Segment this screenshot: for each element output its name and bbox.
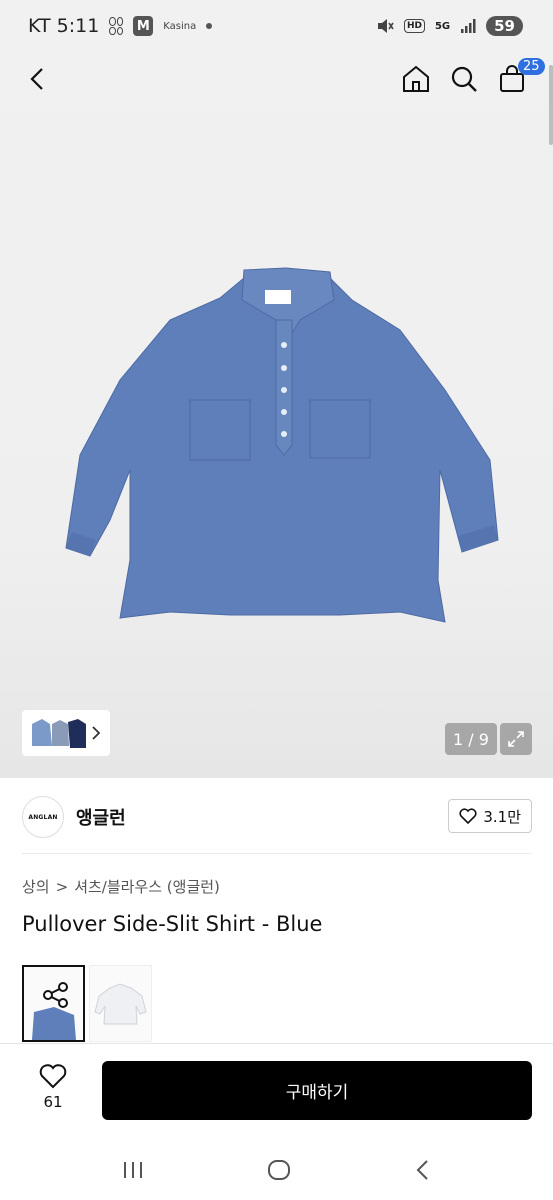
- notification-dot-icon: [206, 23, 213, 29]
- brand-likes-count: 3.1만: [483, 807, 521, 826]
- buy-button[interactable]: 구매하기: [102, 1061, 532, 1120]
- heart-icon: [459, 808, 477, 824]
- thumbnail-image: [32, 719, 86, 748]
- breadcrumb: 상의 > 셔츠/블라우스 (앵글런): [22, 876, 220, 897]
- product-image-area[interactable]: [0, 0, 553, 778]
- gallery-thumbnail-strip[interactable]: [22, 710, 110, 756]
- variant-white-image: [94, 983, 147, 1025]
- share-button[interactable]: [36, 975, 76, 1015]
- home-icon: [403, 65, 429, 92]
- color-variant-list: [22, 965, 152, 1042]
- battery-icon: 59: [486, 16, 523, 36]
- bottom-action-bar: 61 구매하기: [0, 1043, 553, 1135]
- carrier-time: KT 5:11: [28, 15, 100, 37]
- recent-apps-icon[interactable]: [121, 1159, 145, 1181]
- home-circle-icon[interactable]: [266, 1158, 292, 1182]
- share-icon: [43, 982, 68, 1008]
- product-screen: KT 5:11 M Kasina HD 5G 59 25 1 / 9 ANGLA…: [0, 0, 553, 1200]
- brand-row[interactable]: ANGLAN 앵글런 3.1만: [22, 796, 532, 838]
- breadcrumb-separator: >: [55, 877, 69, 896]
- image-counter: 1 / 9: [445, 723, 497, 755]
- system-back-icon[interactable]: [413, 1158, 433, 1182]
- hd-voice-icon: HD: [403, 19, 425, 33]
- variant-white[interactable]: [89, 965, 152, 1042]
- expand-icon: [508, 731, 524, 747]
- heart-icon: [39, 1064, 67, 1089]
- expand-button[interactable]: [500, 723, 532, 755]
- cart-button[interactable]: 25: [490, 55, 545, 103]
- brand-logo[interactable]: ANGLAN: [22, 796, 64, 838]
- m-app-icon: M: [133, 16, 154, 36]
- search-icon: [451, 66, 477, 92]
- breadcrumb-category-top[interactable]: 상의: [22, 876, 50, 897]
- signal-icon: [461, 19, 476, 33]
- system-nav-bar: [0, 1140, 553, 1200]
- app-grid-icon: [109, 17, 124, 35]
- back-arrow-icon: [30, 68, 43, 90]
- chevron-right-icon: [92, 726, 101, 740]
- top-nav: 25: [0, 55, 553, 105]
- brand-name[interactable]: 앵글런: [76, 804, 126, 830]
- home-button[interactable]: [394, 55, 438, 103]
- brand-like-button[interactable]: 3.1만: [448, 799, 532, 833]
- wishlist-count: 61: [43, 1093, 63, 1111]
- product-title: Pullover Side-Slit Shirt - Blue: [22, 912, 323, 936]
- divider: [22, 853, 532, 854]
- search-button[interactable]: [442, 55, 486, 103]
- shirt-image: [65, 267, 499, 623]
- back-button[interactable]: [16, 55, 60, 103]
- status-bar: KT 5:11 M Kasina HD 5G 59: [0, 0, 553, 52]
- network-5g-icon: 5G: [434, 20, 451, 32]
- cart-count-badge: 25: [518, 58, 545, 75]
- wishlist-button[interactable]: 61: [30, 1064, 76, 1111]
- kasina-icon: Kasina: [163, 20, 197, 32]
- variant-blue[interactable]: [22, 965, 85, 1042]
- mute-icon: [377, 19, 394, 33]
- breadcrumb-category-shirts[interactable]: 셔츠/블라우스 (앵글런): [74, 876, 220, 897]
